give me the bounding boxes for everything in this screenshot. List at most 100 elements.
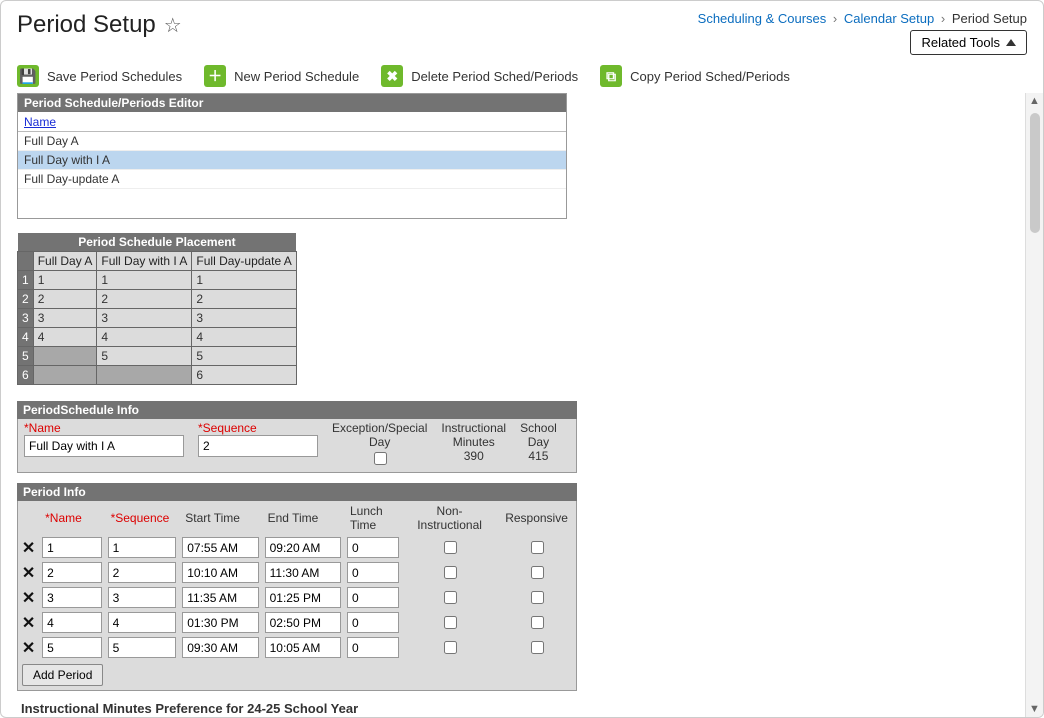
header-right: Scheduling & Courses › Calendar Setup › … [698, 11, 1027, 55]
scroll-up-icon[interactable]: ▲ [1029, 93, 1040, 109]
period-name-input[interactable] [42, 562, 101, 583]
placement-row-header: 1 [18, 271, 34, 290]
placement-cell[interactable] [33, 347, 97, 366]
period-start-input[interactable] [182, 587, 258, 608]
delete-row-icon[interactable]: ✕ [18, 585, 39, 610]
period-name-input[interactable] [42, 587, 101, 608]
period-noninst-checkbox[interactable] [444, 566, 457, 579]
period-responsive-checkbox[interactable] [531, 541, 544, 554]
period-responsive-checkbox[interactable] [531, 566, 544, 579]
scroll-down-icon[interactable]: ▼ [1029, 701, 1040, 717]
period-seq-input[interactable] [108, 637, 177, 658]
related-tools-button[interactable]: Related Tools [910, 30, 1027, 55]
placement-title: Period Schedule Placement [18, 233, 297, 252]
period-setup-page: Period Setup ☆ Scheduling & Courses › Ca… [0, 0, 1044, 718]
period-end-input[interactable] [265, 637, 341, 658]
save-label: Save Period Schedules [47, 69, 182, 84]
exception-label: Exception/Special Day [332, 421, 427, 449]
period-name-input[interactable] [42, 637, 101, 658]
th-lunch: Lunch Time [344, 501, 402, 535]
save-icon: 💾 [17, 65, 39, 87]
placement-row-header: 3 [18, 309, 34, 328]
placement-cell[interactable] [33, 366, 97, 385]
save-button[interactable]: 💾 Save Period Schedules [17, 65, 182, 87]
exception-checkbox[interactable] [374, 452, 387, 465]
editor-row[interactable]: Full Day with I A [18, 151, 566, 170]
period-row: ✕ [18, 585, 576, 610]
copy-icon: ⧉ [600, 65, 622, 87]
period-end-input[interactable] [265, 612, 341, 633]
placement-col-header: Full Day-update A [192, 252, 296, 271]
favorite-star-icon[interactable]: ☆ [164, 13, 182, 38]
period-start-input[interactable] [182, 537, 258, 558]
schoolday-value: 415 [520, 449, 557, 463]
period-row: ✕ [18, 535, 576, 560]
editor-body: Full Day AFull Day with I AFull Day-upda… [18, 132, 566, 218]
placement-cell[interactable]: 4 [33, 328, 97, 347]
placement-cell[interactable]: 5 [97, 347, 192, 366]
period-seq-input[interactable] [108, 562, 177, 583]
period-end-input[interactable] [265, 537, 341, 558]
schedule-info-title: PeriodSchedule Info [17, 401, 577, 419]
delete-row-icon[interactable]: ✕ [18, 535, 39, 560]
delete-row-icon[interactable]: ✕ [18, 560, 39, 585]
vertical-scrollbar[interactable]: ▲ ▼ [1025, 93, 1043, 717]
new-button[interactable]: ＋ New Period Schedule [204, 65, 359, 87]
period-lunch-input[interactable] [347, 562, 399, 583]
period-start-input[interactable] [182, 612, 258, 633]
period-responsive-checkbox[interactable] [531, 591, 544, 604]
delete-row-icon[interactable]: ✕ [18, 610, 39, 635]
period-start-input[interactable] [182, 637, 258, 658]
period-lunch-input[interactable] [347, 612, 399, 633]
period-seq-input[interactable] [108, 587, 177, 608]
editor-row[interactable]: Full Day-update A [18, 170, 566, 189]
period-responsive-checkbox[interactable] [531, 616, 544, 629]
scroll-thumb[interactable] [1030, 113, 1040, 233]
placement-cell[interactable]: 2 [33, 290, 97, 309]
copy-button[interactable]: ⧉ Copy Period Sched/Periods [600, 65, 790, 87]
placement-cell[interactable]: 4 [192, 328, 296, 347]
placement-cell[interactable] [97, 366, 192, 385]
period-info-table: *Name *Sequence Start Time End Time Lunc… [18, 501, 576, 660]
period-noninst-checkbox[interactable] [444, 591, 457, 604]
schedule-sequence-input[interactable] [198, 435, 318, 457]
period-seq-input[interactable] [108, 537, 177, 558]
placement-cell[interactable]: 4 [97, 328, 192, 347]
th-end: End Time [262, 501, 344, 535]
placement-cell[interactable]: 6 [192, 366, 296, 385]
period-seq-input[interactable] [108, 612, 177, 633]
add-period-button[interactable]: Add Period [22, 664, 103, 686]
editor-name-header[interactable]: Name [24, 115, 56, 129]
placement-cell[interactable]: 2 [192, 290, 296, 309]
period-end-input[interactable] [265, 587, 341, 608]
period-noninst-checkbox[interactable] [444, 641, 457, 654]
placement-cell[interactable]: 3 [192, 309, 296, 328]
period-name-input[interactable] [42, 612, 101, 633]
delete-button[interactable]: ✖ Delete Period Sched/Periods [381, 65, 578, 87]
instructional-label: Instructional Minutes [441, 421, 506, 449]
period-noninst-checkbox[interactable] [444, 541, 457, 554]
breadcrumb-link-0[interactable]: Scheduling & Courses [698, 11, 827, 26]
delete-row-icon[interactable]: ✕ [18, 635, 39, 660]
period-responsive-checkbox[interactable] [531, 641, 544, 654]
placement-cell[interactable]: 5 [192, 347, 296, 366]
content-area: Period Schedule/Periods Editor Name Full… [1, 93, 1043, 717]
placement-cell[interactable]: 1 [33, 271, 97, 290]
period-lunch-input[interactable] [347, 637, 399, 658]
period-info-body: *Name *Sequence Start Time End Time Lunc… [17, 501, 577, 691]
period-name-input[interactable] [42, 537, 101, 558]
placement-cell[interactable]: 2 [97, 290, 192, 309]
placement-cell[interactable]: 1 [97, 271, 192, 290]
schedule-name-input[interactable] [24, 435, 184, 457]
period-end-input[interactable] [265, 562, 341, 583]
placement-cell[interactable]: 3 [97, 309, 192, 328]
period-lunch-input[interactable] [347, 537, 399, 558]
placement-row-header: 5 [18, 347, 34, 366]
editor-row[interactable]: Full Day A [18, 132, 566, 151]
breadcrumb-link-1[interactable]: Calendar Setup [844, 11, 934, 26]
placement-cell[interactable]: 1 [192, 271, 296, 290]
period-noninst-checkbox[interactable] [444, 616, 457, 629]
period-lunch-input[interactable] [347, 587, 399, 608]
placement-cell[interactable]: 3 [33, 309, 97, 328]
period-start-input[interactable] [182, 562, 258, 583]
